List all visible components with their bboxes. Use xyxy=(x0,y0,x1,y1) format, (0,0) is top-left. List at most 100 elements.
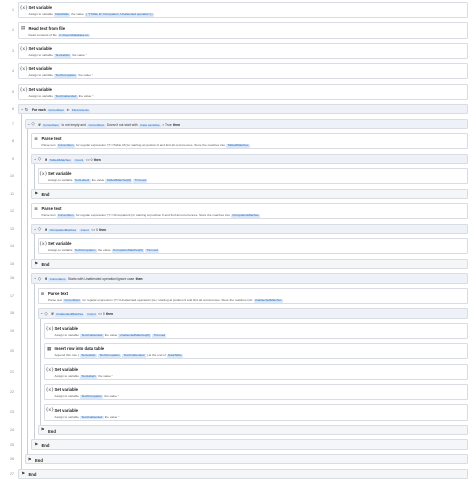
variable-token: { ^['Table Id','Occupation','Unattended … xyxy=(84,12,154,18)
flow-step-27[interactable]: 27 ⚑ End xyxy=(0,468,474,479)
variable-token: TextOccupation xyxy=(80,394,104,400)
variable-token: CurrentItem xyxy=(41,122,61,128)
flow-step-26[interactable]: 26 ⚑ End xyxy=(0,454,474,465)
variable-token: CurrentItem xyxy=(48,277,67,283)
action-card[interactable]: ≣ Parse text Parse text CurrentItem for regu… xyxy=(37,287,468,304)
end-block[interactable]: ⚑ End xyxy=(31,439,468,450)
end-label: End xyxy=(28,472,37,478)
flow-step-5[interactable]: 5 {x} Set variable Assign to variable TextUn… xyxy=(0,83,474,100)
action-description: Parse text CurrentItem for regular express… xyxy=(42,213,262,219)
line-number: 23 xyxy=(10,410,14,415)
flow-step-14[interactable]: 14 {x} Set variable Assign to variable TextO… xyxy=(0,238,474,255)
flow-step-2[interactable]: 2 ▤ Read text from file Read contents of fi… xyxy=(0,22,474,39)
flow-step-15[interactable]: 15 ⚑ End xyxy=(0,258,474,269)
flow-step-7[interactable]: 7 ⌄ ◇ If CurrentItem Is not empty and CurrentI… xyxy=(0,118,474,129)
action-title: Insert row into data table xyxy=(54,346,105,352)
action-card[interactable]: {x} Set variable Assign to variable TextUna… xyxy=(44,322,468,339)
variable-token: TextUnattended xyxy=(54,93,78,99)
variable-token: TextUnattended xyxy=(80,414,104,420)
variable-token: DataTable xyxy=(166,353,183,359)
condition-text: <> 0 xyxy=(91,227,98,232)
end-flag-icon: ⚑ xyxy=(33,262,39,268)
flow-step-21[interactable]: 21 {x} Set variable Assign to variable TextL… xyxy=(0,363,474,380)
block-guide-line xyxy=(33,164,35,189)
line-number: 14 xyxy=(10,244,14,249)
keyword: then xyxy=(93,157,101,162)
if-icon: ◇ xyxy=(37,276,42,282)
end-block[interactable]: ⚑ End xyxy=(24,454,468,465)
flow-step-23[interactable]: 23 {x} Set variable Assign to variable TextU… xyxy=(0,404,474,421)
line-number: 10 xyxy=(10,174,14,179)
action-description: Assign to variable TextLabel1 the value '' xyxy=(55,374,114,379)
flow-step-9[interactable]: 9 ⌄ ◇ If TableIdMatches .Count <> 0then xyxy=(0,153,474,164)
flow-step-18[interactable]: 18 ⌄ ◇ If UnattendedMatches .Count <> 0then xyxy=(0,308,474,319)
variable-token: UnattendedMatches xyxy=(54,312,85,318)
keyword: then xyxy=(173,122,181,127)
variable-token: TextLabel1 xyxy=(54,52,71,58)
variable-icon: {x} xyxy=(39,242,48,248)
flow-step-12[interactable]: 12 ≣ Parse text Parse text CurrentItem for re… xyxy=(0,203,474,220)
flow-step-13[interactable]: 13 ⌄ ◇ If OccupationMatches .Count <> 0then xyxy=(0,223,474,234)
flow-step-10[interactable]: 10 {x} Set variable Assign to variable TextL… xyxy=(0,168,474,185)
variable-icon: {x} xyxy=(45,367,55,373)
end-block[interactable]: ⚑ End xyxy=(31,188,468,199)
action-card[interactable]: {x} Set variable Assign to variable TextUna… xyxy=(44,404,468,421)
flow-step-8[interactable]: 8 ≣ Parse text Parse text CurrentItem for reg… xyxy=(0,133,474,150)
flow-step-11[interactable]: 11 ⚑ End xyxy=(0,188,474,199)
flow-step-16[interactable]: 16 ⌄ ◇ If CurrentItem Starts with Unattended … xyxy=(0,273,474,284)
flow-step-24[interactable]: 24 ⚑ End xyxy=(0,424,474,436)
action-card[interactable]: {x} Set variable Assign to variable TextOcc… xyxy=(44,384,468,401)
action-card[interactable]: ▦ Insert row into data table Append this r… xyxy=(44,343,468,360)
condition-text: Is not empty and xyxy=(61,122,86,127)
flow-step-25[interactable]: 25 ⚑ End xyxy=(0,439,474,450)
action-description: Assign to variable TextOccupation the valu… xyxy=(55,394,121,400)
variable-token: CurrentItem xyxy=(87,122,106,128)
cond-block[interactable]: ⌄ ◇ If CurrentItem Starts with Unattended op… xyxy=(31,273,468,284)
cond-block[interactable]: ⌄ ◇ If OccupationMatches .Count <> 0then xyxy=(31,223,468,234)
action-title: Parse text xyxy=(41,136,62,142)
description-text: the value xyxy=(71,12,84,17)
if-icon: ◇ xyxy=(44,311,48,317)
description-text: Read contents of file xyxy=(28,32,57,37)
variable-icon: {x} xyxy=(19,67,29,73)
action-card[interactable]: {x} Set variable Assign to variable DataTab… xyxy=(18,2,468,19)
condition-text: Starts with Unattended operation\Ignore … xyxy=(68,277,135,282)
parse-text-icon: ≣ xyxy=(34,207,38,213)
cond-block[interactable]: ⌄ ◇ If CurrentItem Is not empty and CurrentIt… xyxy=(24,118,468,129)
action-card[interactable]: {x} Set variable Assign to variable TextOcc… xyxy=(18,63,468,80)
flow-step-19[interactable]: 19 {x} Set variable Assign to variable TextU… xyxy=(0,322,474,339)
flow-step-20[interactable]: 20 ▦ Insert row into data table Append this… xyxy=(0,343,474,360)
description-text: Assign to variable xyxy=(48,248,73,253)
end-block[interactable]: ⚑ End xyxy=(31,258,468,269)
variable-token: Trimmed xyxy=(145,248,160,254)
description-text: for regular expression '(?<=Table Id\:)\… xyxy=(76,143,226,148)
action-card[interactable]: {x} Set variable Assign to variable TextLab… xyxy=(37,168,468,185)
condition-text: = True xyxy=(162,122,172,127)
action-card[interactable]: ≣ Parse text Parse text CurrentItem for regu… xyxy=(31,203,468,220)
loop-block[interactable]: ⌄ ↻ For each CurrentItem in FileContents xyxy=(18,104,468,115)
flow-step-22[interactable]: 22 {x} Set variable Assign to variable TextO… xyxy=(0,384,474,401)
keyword: If xyxy=(45,227,48,232)
flow-step-3[interactable]: 3 {x} Set variable Assign to variable TextLa… xyxy=(0,42,474,59)
flow-step-4[interactable]: 4 {x} Set variable Assign to variable TextOc… xyxy=(0,63,474,80)
action-card[interactable]: {x} Set variable Assign to variable TextOcc… xyxy=(37,238,468,255)
description-text: the value xyxy=(91,178,105,183)
cond-block[interactable]: ⌄ ◇ If UnattendedMatches .Count <> 0then xyxy=(37,308,468,319)
description-text: Append this row xyxy=(54,353,77,358)
action-card[interactable]: ≣ Parse text Parse text CurrentItem for regu… xyxy=(31,133,468,150)
action-card[interactable]: {x} Set variable Assign to variable TextLab… xyxy=(44,363,468,380)
flow-step-6[interactable]: 6 ⌄ ↻ For each CurrentItem in FileContents xyxy=(0,104,474,115)
cond-block[interactable]: ⌄ ◇ If TableIdMatches .Count <> 0then xyxy=(31,153,468,164)
line-number: 5 xyxy=(12,89,14,94)
end-block[interactable]: ⚑ End xyxy=(18,468,468,479)
action-description: Assign to variable TextUnattended the valu… xyxy=(29,94,95,99)
keyword: If xyxy=(45,157,48,162)
action-card[interactable]: {x} Set variable Assign to variable TextUna… xyxy=(18,83,468,100)
keyword: For each xyxy=(32,108,46,113)
action-card[interactable]: ▤ Read text from file Read contents of fil… xyxy=(18,22,468,39)
action-card[interactable]: {x} Set variable Assign to variable TextLab… xyxy=(18,42,468,59)
variable-token: C:\Users\Database.txt xyxy=(57,32,90,38)
flow-step-17[interactable]: 17 ≣ Parse text Parse text CurrentItem for re… xyxy=(0,287,474,304)
end-block[interactable]: ⚑ End xyxy=(37,424,468,436)
flow-step-1[interactable]: 1 {x} Set variable Assign to variable DataTa… xyxy=(0,2,474,19)
